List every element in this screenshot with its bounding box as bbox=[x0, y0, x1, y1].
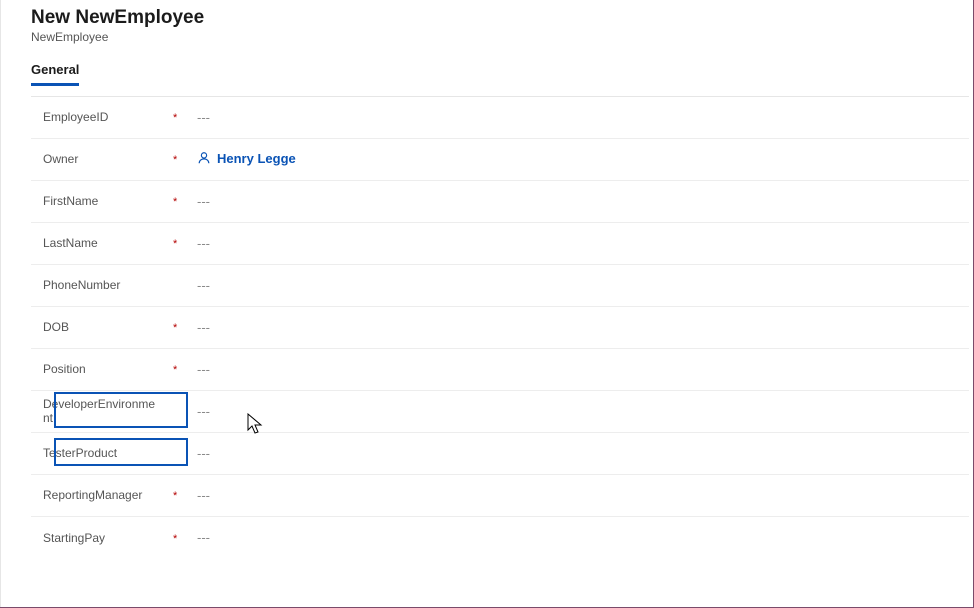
required-indicator: * bbox=[173, 320, 191, 334]
owner-name: Henry Legge bbox=[217, 151, 296, 166]
field-label: FirstName bbox=[43, 190, 173, 212]
field-value[interactable]: --- bbox=[191, 530, 969, 545]
field-value[interactable]: --- bbox=[191, 236, 969, 251]
field-employeeid[interactable]: EmployeeID * --- bbox=[31, 97, 969, 139]
required-indicator: * bbox=[173, 488, 191, 502]
field-label: Position bbox=[43, 358, 173, 380]
required-indicator bbox=[173, 410, 191, 412]
field-value[interactable]: --- bbox=[191, 488, 969, 503]
field-firstname[interactable]: FirstName * --- bbox=[31, 181, 969, 223]
required-indicator: * bbox=[173, 194, 191, 208]
field-lastname[interactable]: LastName * --- bbox=[31, 223, 969, 265]
field-startingpay[interactable]: StartingPay * --- bbox=[31, 517, 969, 559]
field-position[interactable]: Position * --- bbox=[31, 349, 969, 391]
field-label: DOB bbox=[43, 316, 173, 338]
field-label: ReportingManager bbox=[43, 484, 173, 506]
field-reportingmanager[interactable]: ReportingManager * --- bbox=[31, 475, 969, 517]
required-indicator bbox=[173, 452, 191, 454]
field-testerproduct[interactable]: TesterProduct --- bbox=[31, 433, 969, 475]
field-owner[interactable]: Owner * Henry Legge bbox=[31, 139, 969, 181]
field-value[interactable]: --- bbox=[191, 110, 969, 125]
field-value[interactable]: --- bbox=[191, 404, 969, 419]
form-general-section: EmployeeID * --- Owner * Henry Legge Fir… bbox=[31, 96, 969, 559]
field-value[interactable]: Henry Legge bbox=[191, 151, 969, 169]
page-title: New NewEmployee bbox=[31, 6, 949, 30]
tab-general[interactable]: General bbox=[31, 58, 79, 86]
field-label: Owner bbox=[43, 148, 173, 170]
field-value[interactable]: --- bbox=[191, 362, 969, 377]
field-label: EmployeeID bbox=[43, 106, 173, 128]
field-developerenvironment[interactable]: DeveloperEnvironment --- bbox=[31, 391, 969, 433]
required-indicator: * bbox=[173, 110, 191, 124]
field-label: PhoneNumber bbox=[43, 274, 173, 296]
field-label: StartingPay bbox=[43, 527, 173, 549]
field-dob[interactable]: DOB * --- bbox=[31, 307, 969, 349]
page-header: New NewEmployee NewEmployee bbox=[7, 0, 973, 44]
field-value[interactable]: --- bbox=[191, 194, 969, 209]
field-value[interactable]: --- bbox=[191, 446, 969, 461]
field-value[interactable]: --- bbox=[191, 278, 969, 293]
page-subtitle: NewEmployee bbox=[31, 30, 949, 44]
field-phonenumber[interactable]: PhoneNumber --- bbox=[31, 265, 969, 307]
tab-bar: General bbox=[7, 58, 973, 86]
field-label: TesterProduct bbox=[43, 442, 173, 464]
field-value[interactable]: --- bbox=[191, 320, 969, 335]
required-indicator: * bbox=[173, 531, 191, 545]
form-page: New NewEmployee NewEmployee General Empl… bbox=[0, 0, 973, 607]
field-label: DeveloperEnvironment bbox=[43, 393, 173, 430]
owner-lookup-value[interactable]: Henry Legge bbox=[197, 151, 296, 166]
required-indicator: * bbox=[173, 362, 191, 376]
field-label: LastName bbox=[43, 232, 173, 254]
required-indicator bbox=[173, 284, 191, 286]
person-icon bbox=[197, 151, 211, 165]
required-indicator: * bbox=[173, 152, 191, 166]
required-indicator: * bbox=[173, 236, 191, 250]
